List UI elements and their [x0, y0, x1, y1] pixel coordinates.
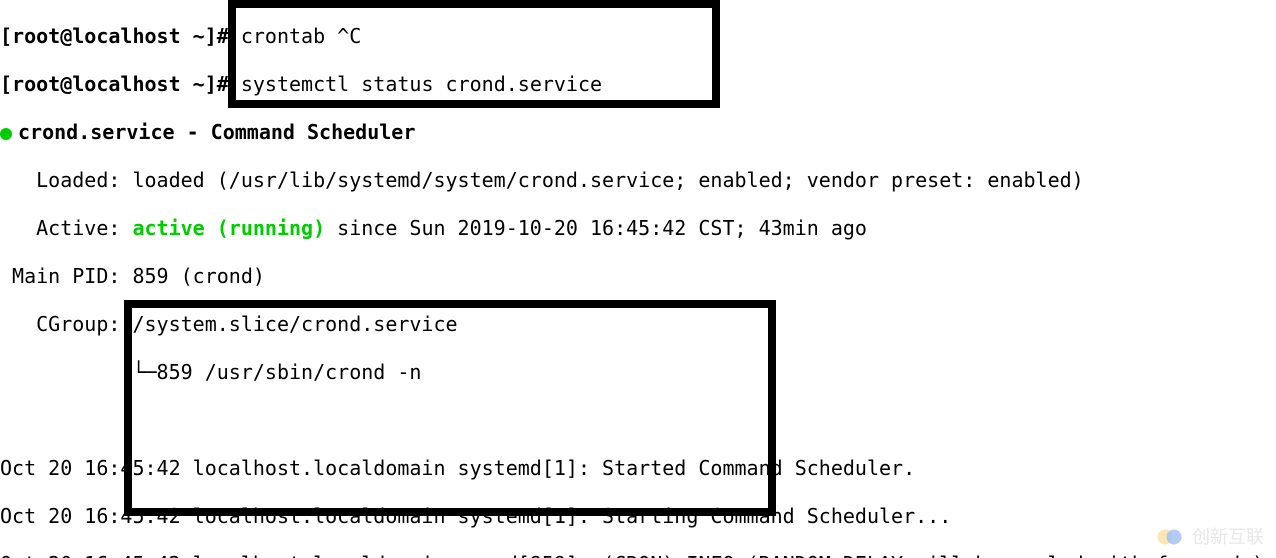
terminal-output: [root@localhost ~]# crontab ^C [root@loc…	[0, 0, 1276, 558]
active-state: active (running)	[132, 216, 325, 240]
log-line: Oct 20 16:45:42 localhost.localdomain sy…	[0, 504, 1276, 528]
loaded-tail: enabled; vendor preset: enabled)	[698, 168, 1083, 192]
cmd-crontab-ctrlc: crontab ^C	[241, 24, 361, 48]
log-line: Oct 20 16:45:42 localhost.localdomain cr…	[0, 552, 1276, 558]
watermark-text: 创新互联	[1192, 525, 1264, 549]
active-label: Active:	[0, 216, 132, 240]
watermark-logo-icon	[1156, 522, 1186, 552]
status-dot-icon	[0, 128, 12, 140]
cgroup-child-line: └─859 /usr/sbin/crond -n	[0, 360, 1276, 384]
active-since: since Sun 2019-10-20 16:45:42 CST; 43min…	[325, 216, 867, 240]
loaded-label: Loaded: loaded (	[0, 168, 229, 192]
cgroup-line: CGroup: /system.slice/crond.service	[0, 312, 1276, 336]
blank-line	[0, 408, 1276, 432]
loaded-path-hidden: /usr/lib/systemd/system/crond.service;	[229, 168, 699, 192]
watermark: 创新互联	[1156, 522, 1264, 552]
log-line: Oct 20 16:45:42 localhost.localdomain sy…	[0, 456, 1276, 480]
shell-prompt: [root@localhost ~]#	[0, 24, 241, 48]
shell-prompt: [root@localhost ~]#	[0, 72, 241, 96]
cmd-systemctl-status: systemctl status crond.service	[241, 72, 602, 96]
service-unit-line: crond.service - Command Scheduler	[18, 120, 415, 144]
main-pid-line: Main PID: 859 (crond)	[0, 264, 1276, 288]
